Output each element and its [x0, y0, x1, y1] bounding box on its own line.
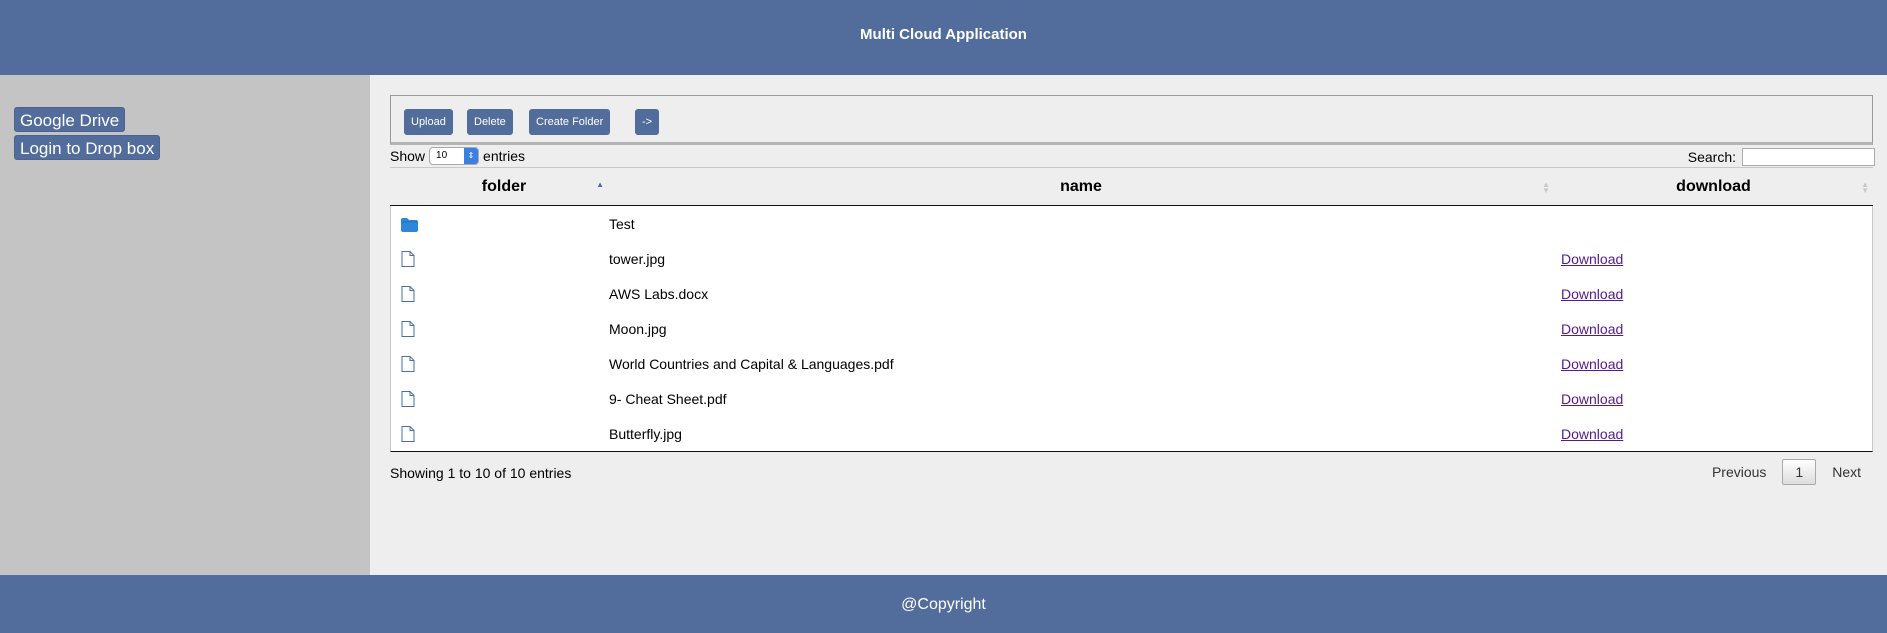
- column-header-download-label: download: [1676, 177, 1751, 195]
- entries-length-control: Show 10 ⇕ entries: [390, 147, 525, 165]
- copyright-text: @Copyright: [901, 596, 986, 613]
- file-icon: [401, 286, 415, 303]
- next-page-button[interactable]: Next: [1820, 464, 1873, 480]
- row-type-cell: [391, 241, 609, 276]
- row-type-cell: [391, 416, 609, 451]
- column-header-download[interactable]: download ▲ ▼: [1554, 167, 1873, 206]
- file-icon: [401, 251, 415, 268]
- show-label: Show: [390, 148, 426, 164]
- entries-select-value: 10: [436, 150, 448, 161]
- column-header-folder-label: folder: [481, 177, 527, 195]
- table-row[interactable]: AWS Labs.docx Download: [391, 276, 1872, 311]
- table-info: Showing 1 to 10 of 10 entries: [390, 465, 572, 481]
- download-link[interactable]: Download: [1561, 356, 1623, 372]
- download-link[interactable]: Download: [1561, 286, 1623, 302]
- search-input[interactable]: [1742, 148, 1875, 166]
- column-header-folder[interactable]: folder ▲: [390, 167, 608, 206]
- chevron-updown-icon: ⇕: [464, 148, 479, 164]
- folder-icon[interactable]: [401, 217, 418, 232]
- file-icon: [401, 426, 415, 443]
- app-header: Multi Cloud Application: [0, 0, 1887, 75]
- row-type-cell: [391, 381, 609, 416]
- upload-button[interactable]: Upload: [404, 109, 453, 135]
- file-name: 9- Cheat Sheet.pdf: [609, 390, 727, 407]
- column-header-name-label: name: [1060, 177, 1102, 195]
- row-type-cell: [391, 276, 609, 311]
- toolbar: Upload Delete Create Folder ->: [390, 95, 1873, 145]
- table-row[interactable]: tower.jpg Download: [391, 241, 1872, 276]
- google-drive-button[interactable]: Google Drive: [14, 107, 126, 132]
- file-name: World Countries and Capital & Languages.…: [609, 355, 894, 372]
- search-control: Search:: [1688, 148, 1875, 166]
- download-cell: Download: [1555, 381, 1872, 416]
- table-row[interactable]: World Countries and Capital & Languages.…: [391, 346, 1872, 381]
- file-icon: [401, 321, 415, 338]
- file-name: AWS Labs.docx: [609, 285, 709, 302]
- download-cell: Download: [1555, 241, 1872, 276]
- download-cell: Download: [1555, 346, 1872, 381]
- file-name: Test: [609, 215, 635, 232]
- sidebar: Google Drive Login to Drop box: [0, 75, 370, 575]
- row-type-cell: [391, 311, 609, 346]
- previous-page-button[interactable]: Previous: [1700, 464, 1778, 480]
- entries-select[interactable]: 10 ⇕: [429, 147, 480, 165]
- app-title: Multi Cloud Application: [860, 25, 1027, 43]
- login-dropbox-button[interactable]: Login to Drop box: [14, 135, 161, 160]
- sort-both-icon: ▲ ▼: [1542, 180, 1550, 195]
- file-icon: [401, 391, 415, 408]
- download-cell: Download: [1555, 276, 1872, 311]
- row-type-cell: [391, 346, 609, 381]
- file-name: tower.jpg: [609, 250, 666, 267]
- pagination: Previous 1 Next: [1700, 459, 1873, 485]
- table-row[interactable]: Test: [391, 206, 1872, 241]
- download-cell: Download: [1555, 311, 1872, 346]
- main-panel: Upload Delete Create Folder -> Show 10 ⇕…: [370, 75, 1887, 575]
- download-cell: [1555, 206, 1872, 241]
- download-link[interactable]: Download: [1561, 391, 1623, 407]
- entries-label: entries: [483, 148, 526, 164]
- download-link[interactable]: Download: [1561, 321, 1623, 337]
- sort-both-icon: ▲ ▼: [1861, 180, 1869, 195]
- table-row[interactable]: Moon.jpg Download: [391, 311, 1872, 346]
- page-number-button[interactable]: 1: [1782, 459, 1817, 485]
- file-name: Butterfly.jpg: [609, 425, 682, 442]
- file-icon: [401, 356, 415, 373]
- row-type-cell: [391, 206, 609, 241]
- app-footer: @Copyright: [0, 575, 1887, 633]
- delete-button[interactable]: Delete: [467, 109, 513, 135]
- file-name: Moon.jpg: [609, 320, 667, 337]
- download-link[interactable]: Download: [1561, 251, 1623, 267]
- table-row[interactable]: Butterfly.jpg Download: [391, 416, 1872, 451]
- table-row[interactable]: 9- Cheat Sheet.pdf Download: [391, 381, 1872, 416]
- files-table: folder ▲ name ▲ ▼ download ▲ ▼ Test tower.j…: [390, 167, 1873, 452]
- column-header-name[interactable]: name ▲ ▼: [608, 167, 1554, 206]
- download-cell: Download: [1555, 416, 1872, 451]
- create-folder-button[interactable]: Create Folder: [529, 109, 611, 135]
- sort-ascending-icon: ▲: [596, 180, 604, 189]
- search-label: Search:: [1687, 149, 1736, 165]
- navigate-forward-button[interactable]: ->: [635, 109, 660, 135]
- download-link[interactable]: Download: [1561, 426, 1623, 442]
